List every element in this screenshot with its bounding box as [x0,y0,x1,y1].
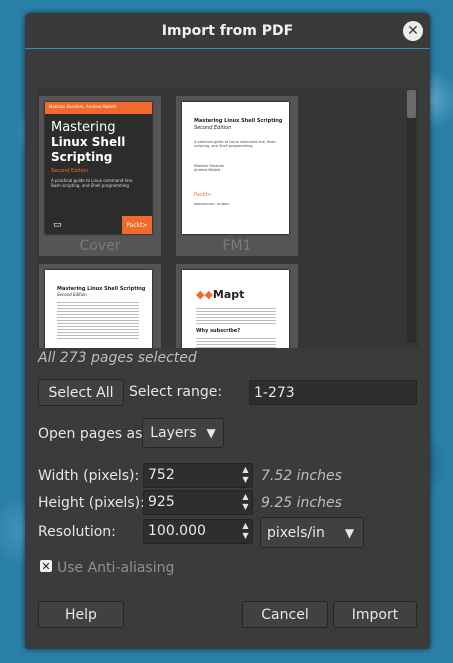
resolution-spinbox[interactable]: 100.000 ▲ ▼ [143,519,253,544]
thumbnail-fm1[interactable]: Mastering Linux Shell Scripting Second E… [176,96,298,256]
page-4-text-lines-2 [196,336,276,348]
select-range-input[interactable] [249,380,417,405]
cover-title-line1: Mastering [51,120,116,135]
height-label: Height (pixels): [38,495,145,511]
open-pages-as-value: Layers [150,425,197,441]
cover-edition: Second Edition [51,168,89,174]
thumbnail-scrollbar[interactable] [407,90,416,343]
thumbnail-page-3[interactable]: Mastering Linux Shell Scripting Second E… [39,264,161,348]
fm1-title: Mastering Linux Shell Scripting [194,118,283,124]
selection-status: All 273 pages selected [38,350,197,366]
antialiasing-checkbox[interactable]: ✕ [40,559,52,573]
select-all-button[interactable]: Select All [38,379,124,406]
width-spin-arrows[interactable]: ▲ ▼ [241,465,250,487]
fm1-edition: Second Edition [194,125,232,131]
scrollbar-thumb[interactable] [407,90,416,118]
height-spin-arrows[interactable]: ▲ ▼ [241,492,250,514]
increment-icon: ▲ [242,521,249,530]
page-4-preview: ◆◆Mapt Why subscribe? [182,270,289,348]
chevron-down-icon: ▼ [206,426,216,440]
width-label: Width (pixels): [38,468,140,484]
cover-page-preview: Mokhtar Ebrahim, Andrew Mallett Masterin… [45,102,152,234]
close-icon: ✕ [407,23,419,39]
select-range-label: Select range: [129,384,223,400]
fm1-brand: Packt> [194,192,212,198]
page-thumbnail-grid[interactable]: Mokhtar Ebrahim, Andrew Mallett Masterin… [37,88,419,348]
resolution-spin-arrows[interactable]: ▲ ▼ [241,521,250,543]
resolution-label: Resolution: [38,524,116,540]
antialiasing-label[interactable]: Use Anti-aliasing [57,560,174,576]
fm1-subtitle: A practical guide to Linux command-line,… [194,140,276,148]
height-inches: 9.25 inches [261,495,342,511]
resolution-value: 100.000 [148,523,206,539]
fm1-page-preview: Mastering Linux Shell Scripting Second E… [182,102,289,234]
book-icon: ▭ [53,220,62,230]
page-4-brand: ◆◆Mapt [196,288,245,301]
thumbnail-cover[interactable]: Mokhtar Ebrahim, Andrew Mallett Masterin… [39,96,161,256]
width-inches: 7.52 inches [261,468,342,484]
cover-subtitle: A practical guide to Linux command-line,… [51,178,134,188]
check-mark-icon: ✕ [41,559,51,573]
increment-icon: ▲ [242,465,249,474]
close-button[interactable]: ✕ [403,21,423,41]
thumbnail-caption-fm1: FM1 [222,238,252,254]
chevron-down-icon: ▼ [344,525,355,540]
cover-title-line3: Scripting [51,150,113,164]
cover-authors: Mokhtar Ebrahim, Andrew Mallett [45,102,152,114]
cover-title-line2: Linux Shell [51,135,126,149]
open-pages-as-label: Open pages as [38,426,143,442]
mapt-logo-icon: ◆◆ [196,288,213,301]
cover-brand: Packt> [122,216,152,234]
page-3-edition: Second Edition [57,292,87,297]
import-button[interactable]: Import [333,601,417,628]
width-spinbox[interactable]: 752 ▲ ▼ [143,463,253,488]
decrement-icon: ▼ [242,475,249,484]
open-pages-as-dropdown[interactable]: Layers ▼ [142,418,224,448]
page-4-heading: Why subscribe? [196,328,241,334]
decrement-icon: ▼ [242,531,249,540]
fm1-authors: Mokhtar Ebrahim Andrew Mallett [194,164,225,172]
increment-icon: ▲ [242,492,249,501]
thumbnail-page-4[interactable]: ◆◆Mapt Why subscribe? [176,264,298,348]
page-4-text-lines [196,306,276,324]
width-value: 752 [148,467,175,483]
dialog-title: Import from PDF [161,22,294,39]
height-value: 925 [148,494,175,510]
page-3-preview: Mastering Linux Shell Scripting Second E… [45,270,152,348]
decrement-icon: ▼ [242,502,249,511]
import-from-pdf-dialog: Import from PDF ✕ Mokhtar Ebrahim, Andre… [25,13,430,649]
resolution-unit-dropdown[interactable]: pixels/in ▼ [260,517,364,548]
thumbnail-caption-cover: Cover [79,238,121,254]
cancel-button[interactable]: Cancel [242,601,328,628]
fm1-small-print: BIRMINGHAM - MUMBAI [194,202,230,206]
help-button[interactable]: Help [38,601,124,628]
title-bar[interactable]: Import from PDF ✕ [25,13,430,49]
page-3-text-lines [57,300,139,340]
height-spinbox[interactable]: 925 ▲ ▼ [143,490,253,515]
resolution-unit-value: pixels/in [267,524,325,541]
